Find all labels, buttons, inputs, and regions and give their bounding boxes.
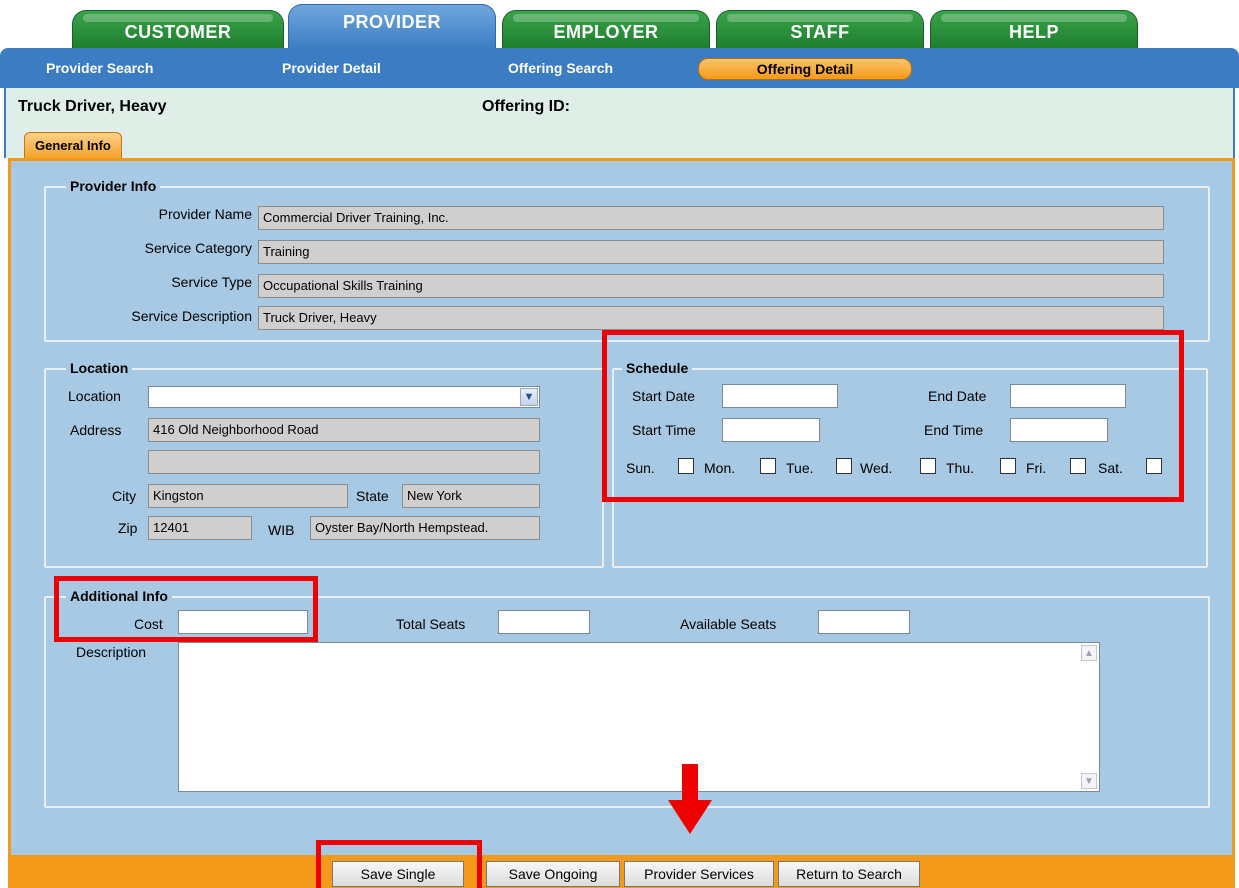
sub-navigation: Provider Search Provider Detail Offering… (0, 48, 1239, 88)
tab-help-label: HELP (1008, 22, 1059, 42)
annotation-save-single-box (316, 840, 482, 888)
tab-help[interactable]: HELP (930, 10, 1138, 48)
tab-employer-label: EMPLOYER (553, 22, 659, 42)
subnav-provider-detail[interactable]: Provider Detail (282, 60, 381, 76)
action-bar (8, 858, 1235, 888)
service-description-label: Service Description (131, 308, 252, 324)
tab-general-info[interactable]: General Info (24, 132, 122, 158)
save-ongoing-button[interactable]: Save Ongoing (486, 861, 620, 887)
provider-name-label: Provider Name (158, 206, 252, 222)
description-textarea[interactable]: ▲ ▼ (178, 642, 1100, 792)
address-line2-field (148, 450, 540, 474)
state-field: New York (402, 484, 540, 508)
city-field: Kingston (148, 484, 348, 508)
tab-customer[interactable]: CUSTOMER (72, 10, 284, 48)
chevron-down-icon[interactable]: ▼ (520, 388, 538, 406)
tab-staff-label: STAFF (790, 22, 850, 42)
annotation-arrow-down-icon (668, 800, 712, 834)
service-category-field: Training (258, 240, 1164, 264)
offering-id-label: Offering ID: (482, 98, 570, 115)
tab-customer-label: CUSTOMER (124, 22, 232, 42)
tab-provider[interactable]: PROVIDER (288, 4, 496, 50)
location-label: Location (68, 388, 121, 404)
scroll-up-icon[interactable]: ▲ (1081, 645, 1097, 661)
offering-header: Truck Driver, Heavy Offering ID: General… (4, 88, 1235, 158)
scroll-down-icon[interactable]: ▼ (1081, 773, 1097, 789)
location-select[interactable]: ▼ (148, 386, 540, 408)
subnav-offering-search[interactable]: Offering Search (508, 60, 613, 76)
tab-staff[interactable]: STAFF (716, 10, 924, 48)
service-type-field: Occupational Skills Training (258, 274, 1164, 298)
description-label: Description (76, 644, 147, 660)
address-line1-field: 416 Old Neighborhood Road (148, 418, 540, 442)
top-tab-bar: CUSTOMER PROVIDER EMPLOYER STAFF HELP (0, 0, 1239, 50)
state-label: State (356, 488, 389, 504)
available-seats-label: Available Seats (680, 616, 777, 632)
wib-label: WIB (268, 522, 295, 538)
provider-services-button[interactable]: Provider Services (624, 861, 774, 887)
provider-info-legend: Provider Info (66, 178, 161, 194)
subnav-offering-detail[interactable]: Offering Detail (698, 58, 912, 80)
city-label: City (112, 488, 137, 504)
service-type-label: Service Type (171, 274, 252, 290)
annotation-schedule-box (602, 330, 1184, 502)
provider-name-field: Commercial Driver Training, Inc. (258, 206, 1164, 230)
subnav-provider-search[interactable]: Provider Search (46, 60, 153, 76)
total-seats-input[interactable] (498, 610, 590, 634)
service-description-field: Truck Driver, Heavy (258, 306, 1164, 330)
total-seats-label: Total Seats (396, 616, 466, 632)
zip-field: 12401 (148, 516, 252, 540)
provider-info-group: Provider Info Provider Name Commercial D… (44, 178, 1210, 342)
page-title: Truck Driver, Heavy (18, 98, 167, 115)
return-to-search-button[interactable]: Return to Search (778, 861, 920, 887)
location-group: Location Location ▼ Address 416 Old Neig… (44, 360, 604, 568)
tab-provider-label: PROVIDER (342, 12, 442, 32)
service-category-label: Service Category (144, 240, 252, 256)
zip-label: Zip (118, 520, 138, 536)
tab-employer[interactable]: EMPLOYER (502, 10, 710, 48)
annotation-cost-box (54, 576, 318, 642)
annotation-arrow-shaft (682, 764, 698, 802)
address-label: Address (70, 422, 122, 438)
available-seats-input[interactable] (818, 610, 910, 634)
location-legend: Location (66, 360, 133, 376)
wib-field: Oyster Bay/North Hempstead. (310, 516, 540, 540)
